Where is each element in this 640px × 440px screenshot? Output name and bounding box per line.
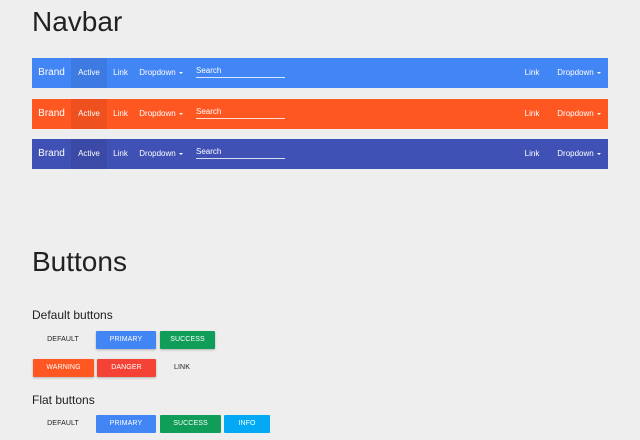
navbar-orange: Brand Active Link Dropdown Link Dropdown (32, 99, 608, 129)
navbar-dropdown[interactable]: Dropdown (137, 139, 185, 169)
navbar-search (196, 64, 285, 78)
navbar-right-link[interactable]: Link (518, 139, 546, 169)
navbar-brand[interactable]: Brand (32, 139, 71, 169)
default-buttons-title: Default buttons (32, 308, 113, 322)
navbar-indigo: Brand Active Link Dropdown Link Dropdown (32, 139, 608, 169)
caret-down-icon (596, 152, 601, 155)
flat-info-button[interactable]: INFO (224, 415, 270, 433)
navbar-link[interactable]: Link (107, 58, 134, 88)
navbar-dropdown-label: Dropdown (139, 149, 176, 158)
navbar-dropdown[interactable]: Dropdown (137, 58, 185, 88)
navbar-right-link[interactable]: Link (518, 99, 546, 129)
navbar-active-item[interactable]: Active (71, 139, 107, 169)
navbar-brand[interactable]: Brand (32, 99, 71, 129)
warning-button[interactable]: WARNING (33, 359, 94, 377)
navbar-link[interactable]: Link (107, 99, 134, 129)
search-input[interactable] (196, 105, 285, 118)
navbar-right-dropdown[interactable]: Dropdown (554, 58, 604, 88)
navbar-right-link[interactable]: Link (518, 58, 546, 88)
caret-down-icon (178, 152, 183, 155)
navbar-right-dropdown-label: Dropdown (557, 109, 594, 118)
success-button[interactable]: SUCCESS (160, 331, 215, 349)
navbar-right-dropdown[interactable]: Dropdown (554, 99, 604, 129)
navbar-active-item[interactable]: Active (71, 58, 107, 88)
navbar-search (196, 105, 285, 119)
buttons-section-title: Buttons (32, 246, 127, 277)
navbar-link[interactable]: Link (107, 139, 134, 169)
navbar-active-item[interactable]: Active (71, 99, 107, 129)
search-input[interactable] (196, 64, 285, 77)
flat-default-button[interactable]: DEFAULT (33, 415, 93, 433)
danger-button[interactable]: DANGER (97, 359, 156, 377)
default-button[interactable]: DEFAULT (33, 331, 93, 349)
navbar-right-dropdown[interactable]: Dropdown (554, 139, 604, 169)
navbar-right-dropdown-label: Dropdown (557, 68, 594, 77)
navbar-dropdown[interactable]: Dropdown (137, 99, 185, 129)
search-input[interactable] (196, 145, 285, 158)
navbar-right-dropdown-label: Dropdown (557, 149, 594, 158)
navbar-blue: Brand Active Link Dropdown Link Dropdown (32, 58, 608, 88)
navbar-search (196, 145, 285, 159)
caret-down-icon (178, 71, 183, 74)
navbar-dropdown-label: Dropdown (139, 68, 176, 77)
caret-down-icon (596, 112, 601, 115)
caret-down-icon (178, 112, 183, 115)
navbar-brand[interactable]: Brand (32, 58, 71, 88)
caret-down-icon (596, 71, 601, 74)
flat-primary-button[interactable]: PRIMARY (96, 415, 156, 433)
navbar-section-title: Navbar (32, 6, 123, 37)
primary-button[interactable]: PRIMARY (96, 331, 156, 349)
flat-buttons-title: Flat buttons (32, 393, 95, 407)
flat-success-button[interactable]: SUCCESS (160, 415, 221, 433)
link-button[interactable]: LINK (160, 359, 204, 377)
navbar-dropdown-label: Dropdown (139, 109, 176, 118)
